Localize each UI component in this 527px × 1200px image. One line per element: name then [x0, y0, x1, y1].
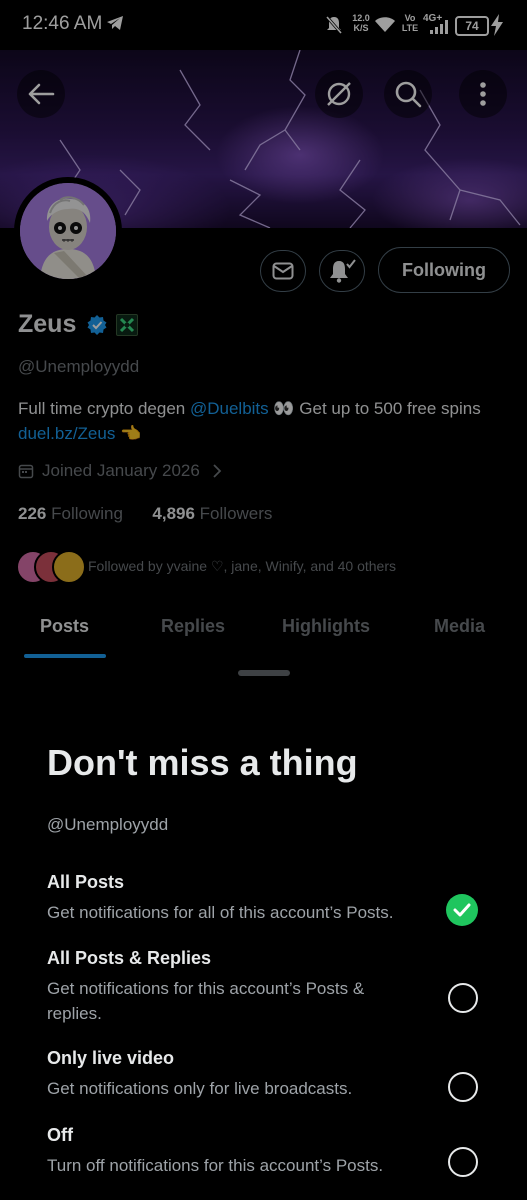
option-description: Get notifications for all of this accoun…	[47, 903, 394, 922]
modal-backdrop[interactable]	[0, 0, 527, 660]
notification-settings-sheet	[0, 660, 527, 1200]
check-icon	[453, 903, 471, 917]
option-title: All Posts	[47, 872, 125, 892]
radio-unselected[interactable]	[448, 1147, 478, 1177]
radio-unselected[interactable]	[448, 983, 478, 1013]
option-title: Off	[47, 1125, 73, 1145]
option-description: Get notifications only for live broadcas…	[47, 1079, 353, 1098]
radio-unselected[interactable]	[448, 1072, 478, 1102]
sheet-handle: @Unemployydd	[47, 815, 169, 834]
option-title: All Posts & Replies	[47, 948, 212, 968]
option-description: Get notifications for this account’s Pos…	[47, 979, 365, 1023]
option-description: Turn off notifications for this account’…	[47, 1156, 384, 1175]
sheet-drag-handle[interactable]	[238, 670, 290, 676]
radio-selected[interactable]	[446, 894, 478, 926]
sheet-title: Don't miss a thing	[47, 742, 358, 783]
option-title: Only live video	[47, 1048, 175, 1068]
